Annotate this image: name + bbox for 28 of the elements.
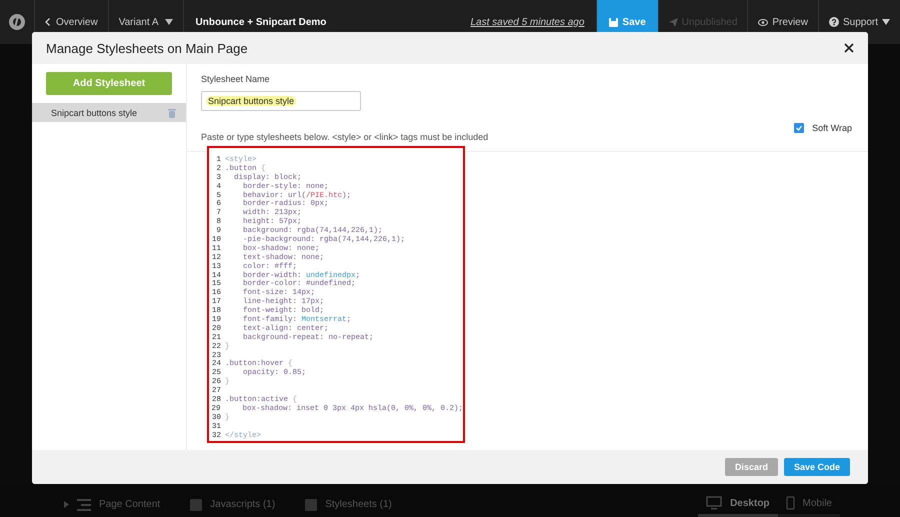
caret-icon xyxy=(882,19,890,25)
save-code-button[interactable]: Save Code xyxy=(784,458,850,476)
file-icon xyxy=(305,498,318,510)
code-editor[interactable] xyxy=(207,146,465,443)
stylesheet-item[interactable]: Snipcart buttons style xyxy=(32,103,186,122)
paper-plane-icon xyxy=(668,18,678,26)
chevron-left-icon xyxy=(45,18,50,26)
file-icon xyxy=(190,498,202,510)
help-icon xyxy=(828,17,839,27)
caret-icon xyxy=(164,19,173,25)
css-tab[interactable]: Stylesheets (1) xyxy=(305,498,392,510)
eye-icon xyxy=(758,18,768,26)
field-label: Stylesheet Name xyxy=(201,74,271,84)
close-icon[interactable] xyxy=(844,43,854,53)
content-tab[interactable]: Page Content xyxy=(77,498,160,510)
add-stylesheet-button[interactable]: Add Stylesheet xyxy=(46,72,172,95)
soft-wrap-checkbox[interactable] xyxy=(794,122,804,132)
soft-wrap-label: Soft Wrap xyxy=(812,122,852,132)
list-icon xyxy=(77,498,91,510)
monitor-icon xyxy=(706,496,722,510)
discard-button[interactable]: Discard xyxy=(724,458,778,476)
logo-icon[interactable] xyxy=(8,13,26,31)
stylesheet-name-field[interactable]: Snipcart buttons style xyxy=(201,91,361,111)
play-icon xyxy=(64,501,69,508)
instruction-text: Paste or type stylesheets below. <style> or <link> tags must be included xyxy=(201,131,488,142)
js-tab[interactable]: Javascripts (1) xyxy=(190,498,276,510)
phone-icon xyxy=(786,496,795,510)
page-title: Unbounce + Snipcart Demo xyxy=(194,16,328,30)
